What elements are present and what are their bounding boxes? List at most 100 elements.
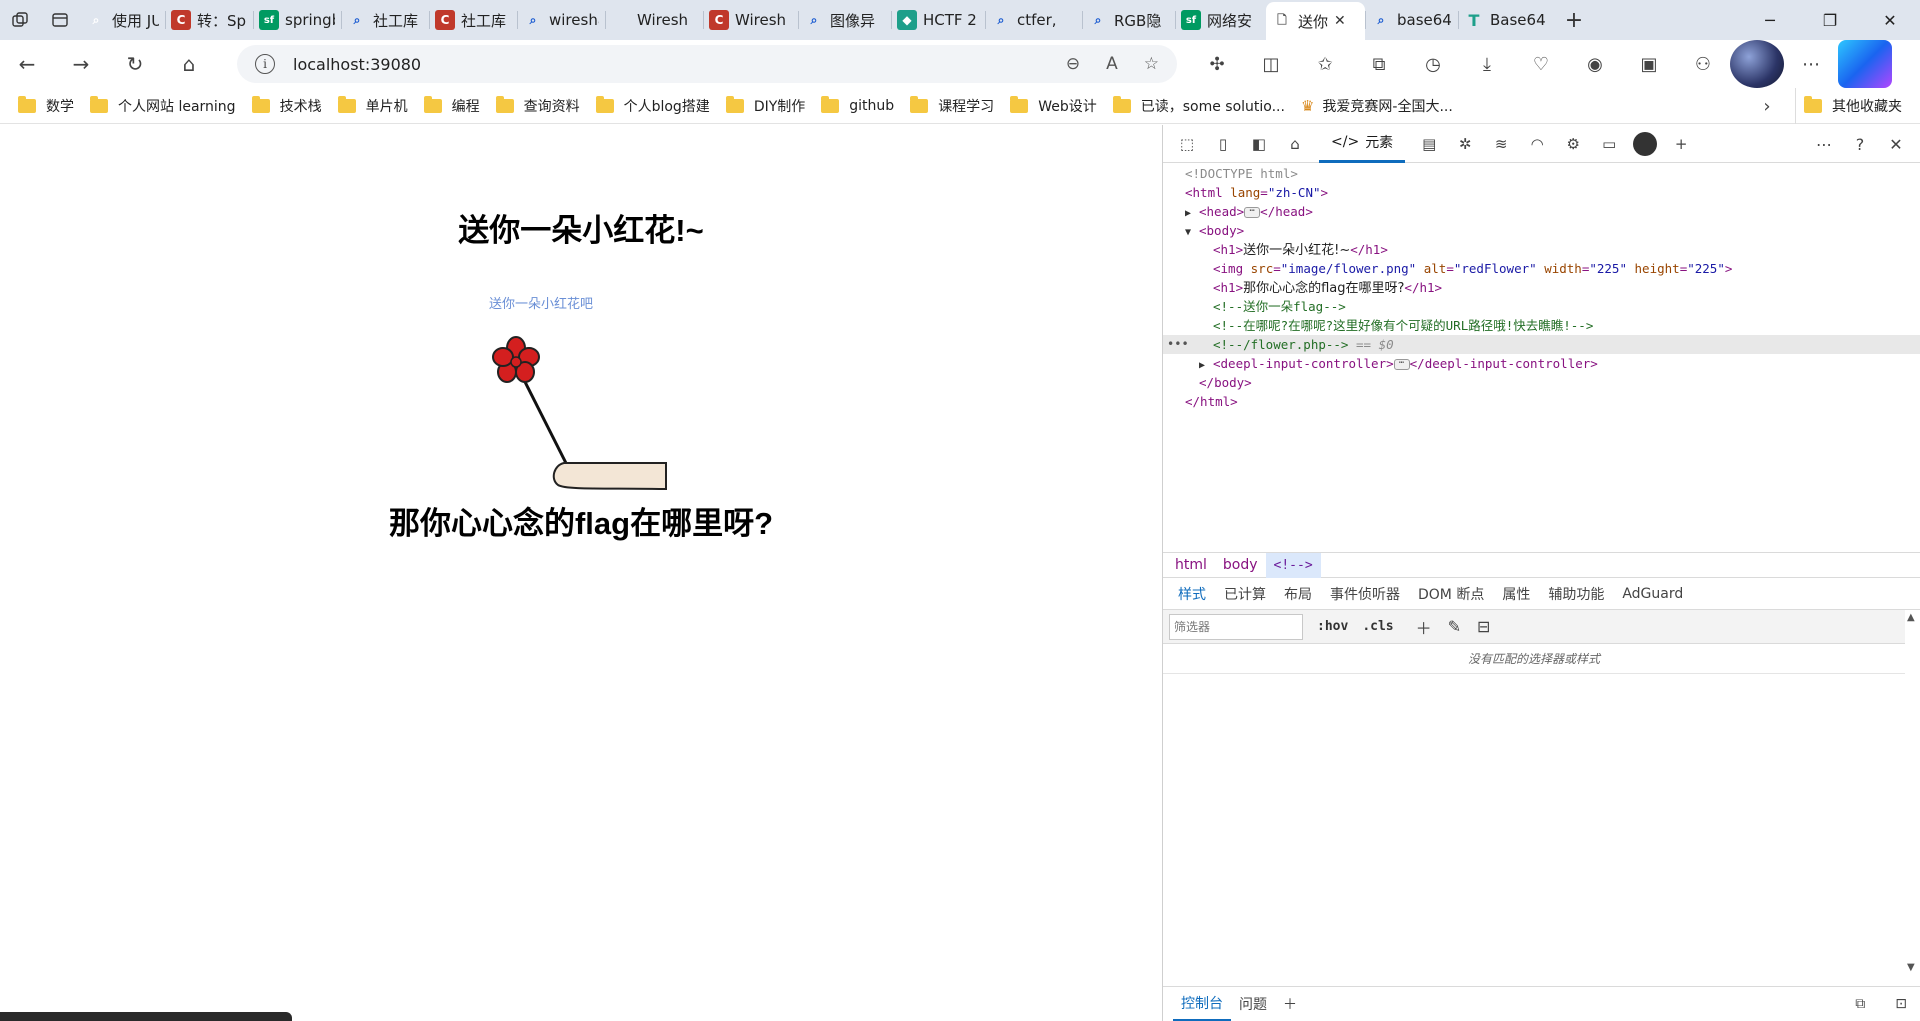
close-window-icon[interactable]: ✕ [1860,0,1920,40]
tab-actions-icon[interactable] [40,0,80,40]
breadcrumb-body[interactable]: body [1215,553,1266,578]
tab-computed[interactable]: 已计算 [1215,578,1275,610]
bookmark-folder[interactable]: 编程 [416,88,488,124]
add-drawer-tab-icon[interactable]: ＋ [1275,987,1305,1021]
tab[interactable]: ⌕ 社工库 [341,0,429,40]
welcome-home-icon[interactable]: ⌂ [1277,125,1313,163]
tab[interactable]: ⌕ RGB隐 [1082,0,1175,40]
dom-line-h1-2[interactable]: <h1>那你心心念的flag在哪里呀?</h1> [1163,278,1920,297]
styles-filter-input[interactable]: 筛选器 [1169,613,1303,640]
dom-line-head[interactable]: ▶ <head> ⋯ </head> [1163,202,1920,221]
bookmark-folder[interactable]: 技术栈 [244,88,330,124]
tab[interactable]: ⌕ 图像异 [798,0,891,40]
new-tab-button[interactable]: + [1554,0,1594,40]
workspaces-icon[interactable] [0,0,40,40]
bookmark-folder[interactable]: 查询资料 [488,88,588,124]
split-screen-icon[interactable]: ◫ [1244,40,1298,88]
dom-line-body-open[interactable]: ▼ <body> [1163,221,1920,240]
site-info-icon[interactable]: i [255,54,275,74]
edge-bar-icon[interactable]: ◉ [1568,40,1622,88]
tab[interactable]: sf 网络安 [1175,0,1266,40]
bookmark-folder[interactable]: Web设计 [1002,88,1105,124]
more-tools-icon[interactable]: ⋯ [1806,125,1842,163]
performance-icon[interactable]: ◠ [1519,125,1555,163]
breadcrumb-comment[interactable]: <!--> [1265,552,1321,578]
dom-line-doctype[interactable]: <!DOCTYPE html> [1163,164,1920,183]
tab-dom-breakpoints[interactable]: DOM 断点 [1409,578,1493,610]
application-icon[interactable]: ▭ [1591,125,1627,163]
ellipsis-icon[interactable]: ⋯ [1244,207,1261,218]
dom-line-body-close[interactable]: </body> [1163,373,1920,392]
tab[interactable]: ◆ HCTF 2 [891,0,985,40]
cls-button[interactable]: .cls [1362,619,1393,634]
tab[interactable]: ⌕ ctfer, [985,0,1082,40]
tab[interactable]: C Wiresh [703,0,798,40]
tab[interactable]: sf springb [253,0,341,40]
avatar[interactable] [1730,40,1784,88]
tab[interactable]: Wiresh [605,0,703,40]
tab-properties[interactable]: 属性 [1493,578,1539,610]
dock-drawer-icon[interactable]: ⧉ [1847,987,1873,1021]
bookmark-link[interactable]: ♛ 我爱竞赛网-全国大... [1293,88,1461,124]
more-dots-icon[interactable]: ••• [1167,335,1189,354]
minimize-icon[interactable]: ─ [1740,0,1800,40]
address-bar[interactable]: i localhost:39080 ⊖ A ☆ [237,45,1177,83]
back-icon[interactable]: ← [0,40,54,88]
tab-layout[interactable]: 布局 [1275,578,1321,610]
home-icon[interactable]: ⌂ [162,40,216,88]
chevron-right-icon[interactable]: › [1752,88,1782,124]
bookmark-folder[interactable]: github [813,88,902,124]
bookmark-folder[interactable]: 个人网站 learning [82,88,244,124]
attr-value[interactable]: "image/flower.png" [1281,261,1416,276]
bookmark-folder[interactable]: 个人blog搭建 [588,88,718,124]
tab[interactable]: C 转：Sp [165,0,253,40]
breadcrumb-html[interactable]: html [1167,553,1215,578]
tab-accessibility[interactable]: 辅助功能 [1539,578,1613,610]
dock-icon[interactable]: ◧ [1241,125,1277,163]
record-icon[interactable] [1627,125,1663,163]
performance-icon[interactable]: ♡ [1514,40,1568,88]
close-tab-icon[interactable]: ✕ [1334,13,1346,29]
tab-issues[interactable]: 问题 [1231,987,1275,1021]
tab[interactable]: ⌕ base64 [1365,0,1458,40]
add-tool-icon[interactable]: + [1663,125,1699,163]
feedback-icon[interactable]: ⚇ [1676,40,1730,88]
forward-icon[interactable]: → [54,40,108,88]
hov-button[interactable]: :hov [1317,619,1348,634]
bookmark-folder[interactable]: DIY制作 [718,88,813,124]
sidebar-icon[interactable]: ▣ [1622,40,1676,88]
dom-line-html-open[interactable]: <html lang="zh-CN"> [1163,183,1920,202]
network-wifi-icon[interactable]: ≋ [1483,125,1519,163]
tab-event-listeners[interactable]: 事件侦听器 [1321,578,1409,610]
favorites-icon[interactable]: ✩ [1298,40,1352,88]
console-icon[interactable]: ▤ [1411,125,1447,163]
close-devtools-icon[interactable]: ✕ [1878,125,1914,163]
toggle-sidebar-icon[interactable]: ⊟ [1477,617,1490,636]
dom-line-img[interactable]: <img src="image/flower.png" alt="redFlow… [1163,259,1920,278]
read-aloud-icon[interactable]: A [1106,54,1118,74]
history-icon[interactable]: ◷ [1406,40,1460,88]
tab[interactable]: ⌕ wiresha [517,0,605,40]
collapse-drawer-icon[interactable]: ⊡ [1887,987,1915,1021]
zoom-icon[interactable]: ⊖ [1066,54,1080,74]
favorite-star-icon[interactable]: ☆ [1144,54,1159,74]
ellipsis-icon[interactable]: ⋯ [1393,359,1410,370]
device-emulation-icon[interactable]: ▯ [1205,125,1241,163]
tab[interactable]: C 社工库 [429,0,517,40]
styles-scrollbar[interactable]: ▲ ▼ [1904,610,1920,975]
help-icon[interactable]: ? [1842,125,1878,163]
tab[interactable]: ⌕ 使用 JU [80,0,165,40]
bookmark-folder[interactable]: 单片机 [330,88,416,124]
paint-brush-icon[interactable]: ✎ [1448,617,1461,636]
dom-line-html-close[interactable]: </html> [1163,392,1920,411]
extensions-icon[interactable]: ✣ [1190,40,1244,88]
bookmark-folder[interactable]: 课程学习 [902,88,1002,124]
tab-console[interactable]: 控制台 [1173,987,1231,1021]
dom-line-comment-1[interactable]: <!--送你一朵flag--> [1163,297,1920,316]
inspect-icon[interactable]: ⬚ [1169,125,1205,163]
sources-bug-icon[interactable]: ✲ [1447,125,1483,163]
other-favorites[interactable]: 其他收藏夹 [1795,88,1902,124]
tab-styles[interactable]: 样式 [1169,578,1215,610]
dom-line-comment-3-selected[interactable]: ••• <!--/flower.php--> == $0 [1163,335,1920,354]
tab[interactable]: T Base64 [1458,0,1554,40]
